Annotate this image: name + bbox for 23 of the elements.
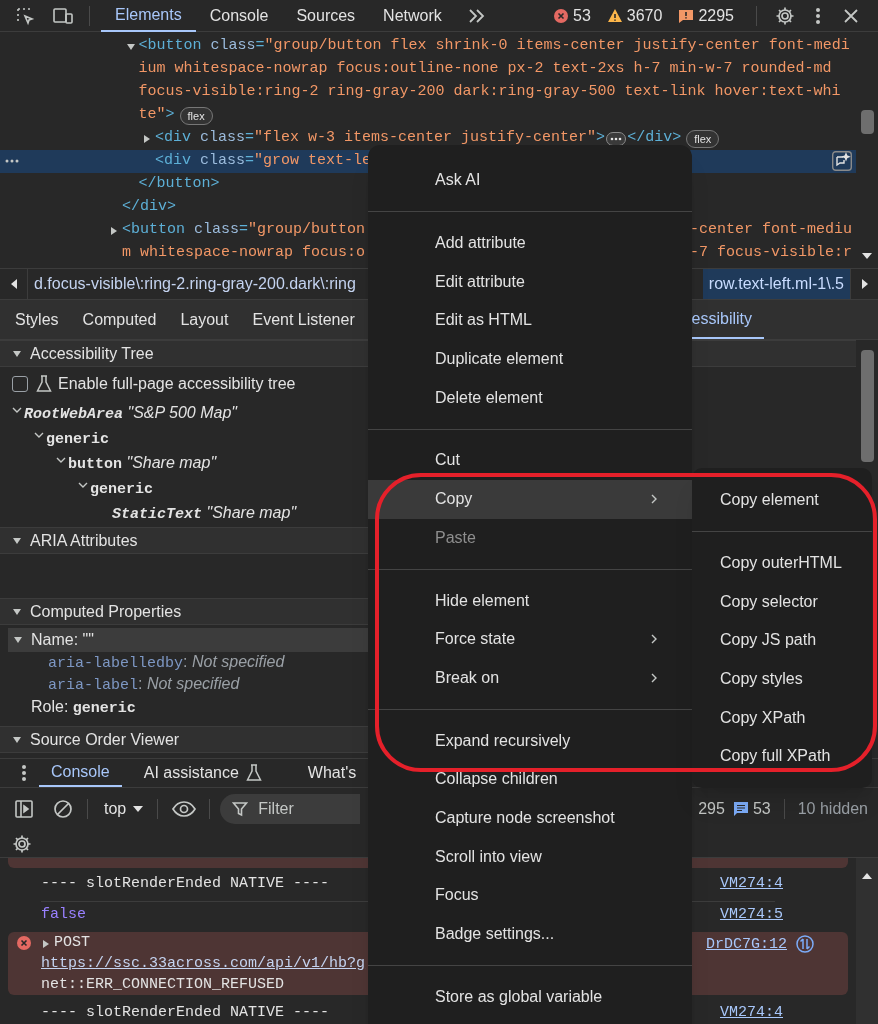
computed-property: aria-label: Not specified (48, 674, 240, 697)
code-line: <button class="group/button (122, 220, 366, 241)
code-line: -7 focus-visible:r (689, 243, 852, 264)
code-line: </div> (122, 197, 176, 218)
code-line: -center font-mediu (689, 220, 852, 241)
code-line: <button class="group/button flex shrink-0 items-center justify-center font-medi (138, 36, 850, 57)
error-text: POST (54, 933, 90, 954)
code-line: m whitespace-nowrap focus:o (122, 243, 366, 264)
console-message: ---- slotRenderEnded NATIVE ---- (41, 1003, 330, 1024)
console-value: false (41, 904, 86, 925)
code-line: te"> (138, 105, 175, 126)
code-line: ium whitespace-nowrap focus:outline-none px-2 text-2xs h-7 min-w-7 rounded-md (138, 59, 832, 80)
code-line: </div> (627, 128, 682, 149)
code-line: <div class="grow text-le (155, 151, 372, 172)
code-line: <div class="flex w-3 items-center justify-center"> (155, 128, 606, 149)
computed-property: aria-labelledby: Not specified (48, 652, 285, 675)
console-message: ---- slotRenderEnded NATIVE ---- (41, 874, 330, 895)
computed-property: Name: "" (31, 630, 94, 650)
code-line: </button> (138, 174, 220, 195)
code-line: focus-visible:ring-2 ring-gray-200 dark:ring-gray-500 text-link hover:text-whi (138, 82, 841, 103)
computed-property: Role: generic (31, 697, 136, 720)
error-text: net::ERR_CONNECTION_REFUSED (41, 975, 285, 996)
hidden-count: 10 hidden (797, 799, 868, 819)
